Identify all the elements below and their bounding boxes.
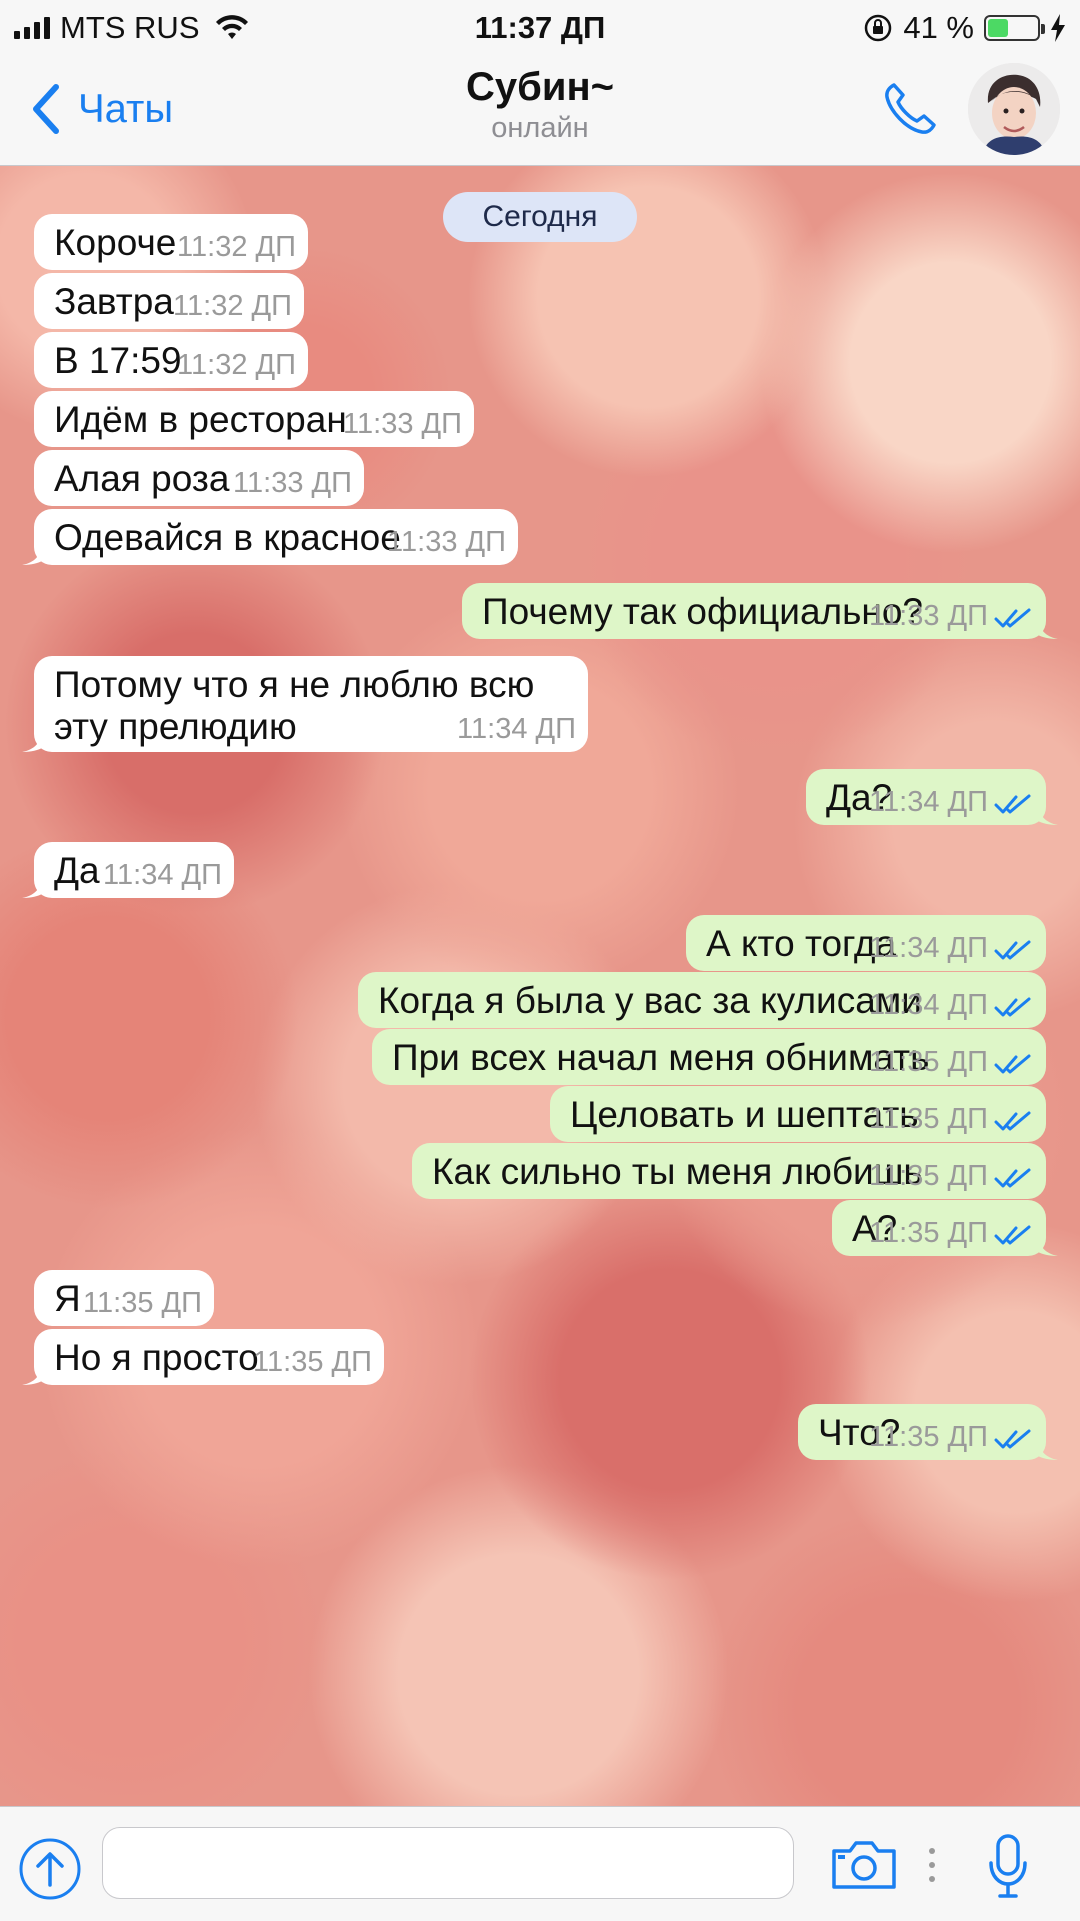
outgoing-message[interactable]: Почему так официально? 11:33 ДП [462,583,1058,639]
chat-header: Чаты Субин~ онлайн [0,55,1080,166]
battery-fill [988,19,1008,37]
date-separator: Сегодня [443,192,637,242]
bubble-tail [22,543,42,565]
message-time: 11:34 ДП [457,713,576,745]
incoming-message[interactable]: Одевайся в красное 11:33 ДП [22,509,518,565]
message-time: 11:33 ДП [869,600,988,632]
outgoing-message[interactable]: Да? 11:34 ДП [806,769,1058,825]
message-time: 11:34 ДП [869,786,988,818]
status-bar: MTS RUS 11:37 ДП 41 % [0,0,1080,55]
incoming-message[interactable]: Да 11:34 ДП [22,842,234,898]
message-time: 11:35 ДП [869,1046,988,1078]
bubble-tail [1038,1234,1058,1256]
read-checkmarks-icon [994,608,1031,628]
outgoing-message[interactable]: При всех начал меня обнимать 11:35 ДП [372,1029,1046,1085]
avatar[interactable] [968,63,1060,155]
outgoing-message[interactable]: Когда я была у вас за кулисами 11:34 ДП [358,972,1046,1028]
incoming-message[interactable]: В 17:59 11:32 ДП [34,332,308,388]
message-time: 11:35 ДП [253,1346,372,1378]
read-checkmarks-icon [994,1168,1031,1188]
avatar-image [968,63,1060,155]
message-time: 11:35 ДП [869,1217,988,1249]
bubble-tail [1038,803,1058,825]
outgoing-message[interactable]: Целовать и шептать 11:35 ДП [550,1086,1046,1142]
read-checkmarks-icon [994,997,1031,1017]
bubble-tail [1038,1438,1058,1460]
incoming-message[interactable]: Но я просто 11:35 ДП [22,1329,384,1385]
phone-icon[interactable] [880,79,940,139]
battery-percent: 41 % [903,10,974,45]
battery-icon [984,15,1045,41]
charging-icon [1051,14,1065,42]
bubble-tail [1038,617,1058,639]
outgoing-message[interactable]: Как сильно ты меня любишь 11:35 ДП [412,1143,1046,1199]
orientation-lock-icon [865,14,892,42]
message-time: 11:33 ДП [343,408,462,440]
bubble-tail [22,876,42,898]
read-checkmarks-icon [994,1225,1031,1245]
read-checkmarks-icon [994,940,1031,960]
message-text: Потому что я не люблю всю [54,664,535,705]
more-dots-icon[interactable] [928,1845,936,1885]
bubble-tail [22,1363,42,1385]
message-time: 11:35 ДП [83,1287,202,1319]
microphone-icon[interactable] [988,1833,1028,1899]
incoming-message[interactable]: Алая роза 11:33 ДП [34,450,364,506]
read-checkmarks-icon [994,1054,1031,1074]
camera-icon[interactable] [830,1837,898,1891]
message-time: 11:32 ДП [177,349,296,381]
message-time: 11:33 ДП [387,526,506,558]
incoming-message[interactable]: Я 11:35 ДП [34,1270,214,1326]
message-time: 11:32 ДП [177,231,296,263]
outgoing-message[interactable]: А кто тогда 11:34 ДП [686,915,1046,971]
incoming-message[interactable]: Идём в ресторан 11:33 ДП [34,391,474,447]
chat-area[interactable]: Сегодня Короче 11:32 ДП Завтра 11:32 ДП В 17… [0,166,1080,1806]
status-right: 41 % [863,10,1066,46]
message-time: 11:34 ДП [103,859,222,891]
message-time: 11:34 ДП [869,989,988,1021]
message-input[interactable] [102,1827,794,1899]
bubble-tail [22,730,42,752]
message-time: 11:33 ДП [233,467,352,499]
read-checkmarks-icon [994,794,1031,814]
read-checkmarks-icon [994,1111,1031,1131]
message-time: 11:35 ДП [869,1103,988,1135]
incoming-message[interactable]: Короче 11:32 ДП [34,214,308,270]
attach-arrow-icon[interactable] [18,1837,82,1901]
message-time: 11:35 ДП [869,1421,988,1453]
outgoing-message[interactable]: Что? 11:35 ДП [798,1404,1058,1460]
input-bar [0,1806,1080,1921]
read-checkmarks-icon [994,1429,1031,1449]
message-time: 11:35 ДП [869,1160,988,1192]
message-time: 11:34 ДП [869,932,988,964]
outgoing-message[interactable]: А? 11:35 ДП [832,1200,1058,1256]
message-time: 11:32 ДП [173,290,292,322]
incoming-message[interactable]: Завтра 11:32 ДП [34,273,304,329]
incoming-message[interactable]: Потому что я не люблю всю эту прелюдию 11:… [22,656,588,752]
